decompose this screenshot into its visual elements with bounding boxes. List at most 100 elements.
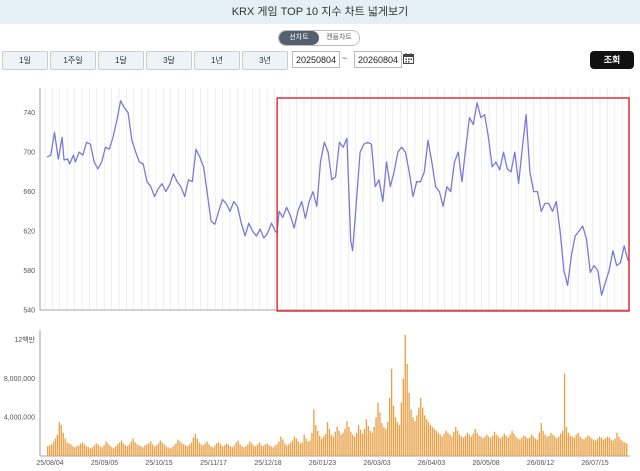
volume-bar: [402, 378, 404, 456]
volume-bar: [406, 363, 408, 456]
volume-bar: [538, 432, 540, 456]
period-button-1d[interactable]: 1일: [2, 51, 48, 70]
volume-bar: [309, 440, 311, 456]
volume-bar: [142, 447, 144, 456]
price-tick-label: 660: [23, 189, 35, 196]
volume-bar: [377, 402, 379, 456]
volume-bar: [320, 438, 323, 456]
line-chart-toggle[interactable]: 선차트: [279, 31, 319, 45]
volume-bar: [66, 442, 68, 456]
volume-bar: [151, 444, 154, 456]
volume-bar: [381, 423, 383, 456]
volume-bar: [146, 444, 148, 456]
volume-bar: [499, 438, 502, 456]
volume-bar: [334, 431, 336, 456]
period-button-1y[interactable]: 1년: [194, 51, 240, 70]
volume-bar: [159, 440, 162, 456]
volume-bar: [138, 445, 140, 456]
volume-bar: [575, 434, 577, 456]
volume-bar: [157, 443, 160, 456]
volume-bar: [608, 437, 610, 456]
volume-bar: [579, 436, 581, 456]
x-tick-label: 26/03/03: [363, 460, 390, 467]
volume-bar: [577, 432, 579, 456]
volume-bar: [392, 405, 395, 456]
volume-bar: [375, 417, 377, 456]
volume-bar: [122, 443, 125, 456]
volume-bar: [62, 432, 64, 456]
volume-bar: [99, 446, 101, 456]
volume-bar: [505, 435, 507, 456]
volume-bar: [116, 444, 119, 456]
volume-bar: [287, 444, 290, 456]
volume-bar: [342, 432, 344, 456]
volume-bar: [186, 446, 189, 456]
volume-bar: [408, 393, 410, 456]
volume-bar: [183, 444, 185, 456]
volume-bar: [515, 436, 517, 456]
volume-bar: [373, 426, 375, 456]
volume-bar: [534, 438, 537, 456]
volume-bar: [223, 445, 226, 456]
volume-bar: [216, 443, 218, 456]
volume-bar: [552, 434, 554, 456]
volume-bar: [480, 436, 482, 456]
volume-bar: [354, 436, 356, 456]
volume-bar: [204, 443, 206, 456]
price-tick-label: 580: [23, 268, 35, 275]
volume-bar: [184, 445, 187, 456]
volume-bar: [589, 436, 591, 456]
volume-bar: [103, 445, 105, 456]
volume-bar: [439, 434, 441, 456]
candle-chart-toggle[interactable]: 캔들차트: [319, 31, 359, 45]
volume-bar: [542, 430, 544, 456]
volume-bar: [468, 434, 471, 456]
volume-bar: [385, 428, 387, 456]
volume-bar: [348, 426, 350, 456]
end-date-input[interactable]: 20260804: [354, 51, 402, 68]
volume-bar: [124, 445, 127, 456]
x-tick-label: 26/04/03: [418, 460, 445, 467]
volume-bar: [359, 429, 362, 456]
period-button-1w[interactable]: 1주일: [50, 51, 96, 70]
volume-bar: [91, 447, 94, 456]
volume-bar: [526, 438, 529, 456]
volume-bar: [503, 433, 505, 456]
volume-bar: [344, 428, 346, 456]
volume-bar: [210, 446, 212, 456]
volume-bar: [229, 446, 232, 456]
x-tick-label: 25/10/15: [145, 460, 172, 467]
chart-type-toggle[interactable]: 선차트 캔들차트: [278, 30, 360, 46]
volume-bar: [280, 436, 282, 456]
period-button-1m[interactable]: 1달: [98, 51, 144, 70]
volume-bar: [513, 433, 515, 456]
window-title: KRX 게임 TOP 10 지수 차트 넓게보기: [0, 0, 640, 24]
volume-bar: [307, 441, 309, 456]
volume-bar: [350, 431, 352, 456]
start-date-input[interactable]: 20250804: [292, 51, 340, 68]
volume-bar: [188, 444, 191, 456]
volume-bar: [52, 441, 55, 456]
query-button[interactable]: 조회: [590, 51, 634, 69]
period-button-3y[interactable]: 3년: [242, 51, 288, 70]
volume-bar: [206, 441, 208, 456]
volume-bar: [315, 424, 317, 456]
volume-bar: [507, 437, 509, 456]
volume-bar: [361, 433, 364, 456]
volume-bar: [233, 445, 235, 456]
period-button-3m[interactable]: 3달: [146, 51, 192, 70]
volume-bar: [153, 446, 156, 456]
x-tick-label: 25/08/04: [36, 460, 63, 467]
volume-bar: [363, 428, 366, 456]
volume-bar: [140, 446, 142, 456]
volume-bar: [427, 422, 430, 456]
volume-bar: [458, 434, 461, 456]
volume-bar: [192, 437, 195, 456]
volume-bar: [194, 433, 197, 456]
calendar-icon[interactable]: [403, 53, 414, 64]
volume-bar: [181, 443, 183, 456]
volume-bar: [264, 444, 266, 456]
volume-bar: [272, 447, 274, 456]
volume-bar: [50, 444, 53, 456]
volume-bar: [72, 446, 74, 456]
